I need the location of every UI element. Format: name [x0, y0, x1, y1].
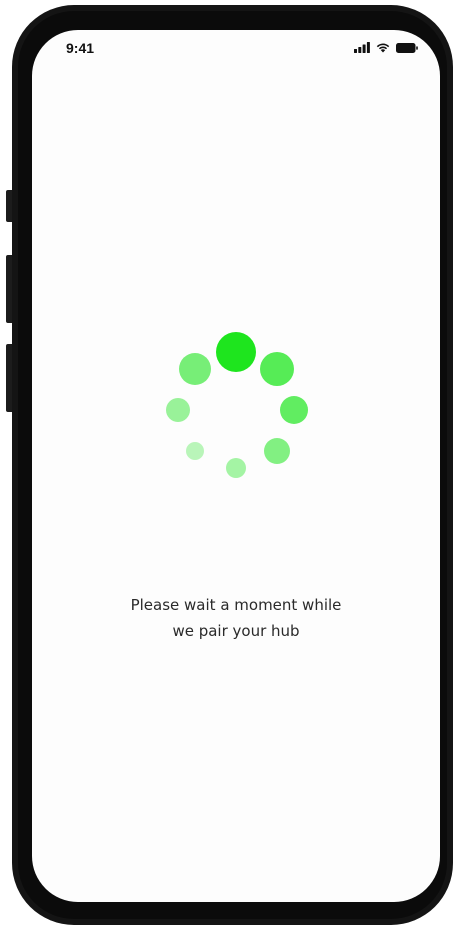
spinner-dot: [185, 442, 204, 460]
pairing-message-line-1: Please wait a moment while: [130, 596, 342, 614]
screen: 9:41 Please wait a moment while we pair …: [32, 30, 440, 902]
spinner-dot: [178, 352, 211, 385]
spinner-dot: [226, 458, 246, 478]
loading-spinner: [32, 30, 440, 530]
pairing-message: Please wait a moment while we pair your …: [32, 592, 440, 644]
spinner-dot: [216, 332, 256, 372]
pairing-message-line-2: we pair your hub: [172, 622, 300, 640]
spinner-dot: [264, 438, 290, 464]
spinner-dot: [280, 396, 308, 424]
device-mockup: 9:41 Please wait a moment while we pair …: [0, 0, 457, 928]
spinner-dot: [166, 398, 190, 422]
spinner-dot: [260, 351, 294, 386]
